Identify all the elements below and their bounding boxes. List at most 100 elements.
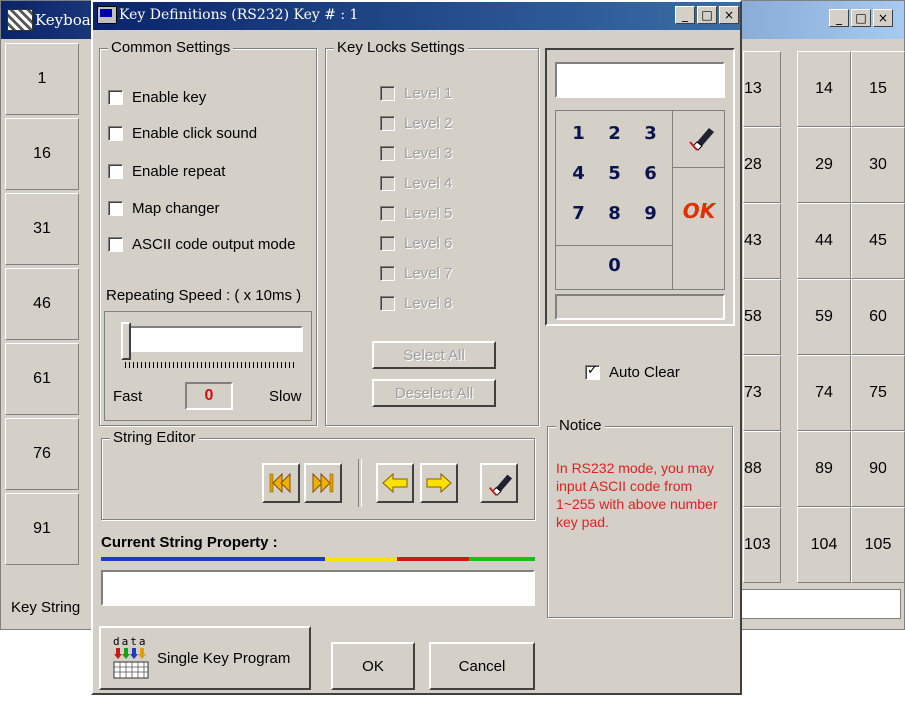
- enable-repeat-option[interactable]: Enable repeat: [108, 163, 225, 180]
- auto-clear-option[interactable]: Auto Clear: [585, 363, 680, 381]
- keyboard-key[interactable]: 60: [851, 279, 905, 355]
- keypad-digit-9[interactable]: 9: [638, 197, 663, 229]
- key-lock-level-option[interactable]: Level 4: [380, 175, 452, 192]
- keyboard-key[interactable]: 45: [851, 203, 905, 279]
- keyboard-key[interactable]: 15: [851, 51, 905, 127]
- keypad-digit-0[interactable]: 0: [602, 249, 627, 281]
- keyboard-close-button[interactable]: ×: [873, 9, 893, 27]
- keyboard-key[interactable]: 75: [851, 355, 905, 431]
- keyboard-key[interactable]: 28: [743, 127, 781, 203]
- keyboard-key[interactable]: 90: [851, 431, 905, 507]
- enable-click-sound-checkbox[interactable]: [108, 126, 123, 141]
- key-lock-level-option[interactable]: Level 3: [380, 145, 452, 162]
- dialog-minimize-button[interactable]: _: [675, 6, 695, 24]
- single-key-program-label: Single Key Program: [157, 649, 291, 667]
- keyboard-key[interactable]: 61: [5, 343, 79, 415]
- left-arrow-button[interactable]: [376, 463, 414, 503]
- keypad-display[interactable]: [555, 62, 725, 98]
- key-lock-level-option[interactable]: Level 5: [380, 205, 452, 222]
- map-changer-option[interactable]: Map changer: [108, 200, 220, 217]
- key-lock-level-checkbox[interactable]: [380, 86, 395, 101]
- enable-key-checkbox[interactable]: [108, 90, 123, 105]
- ascii-output-label: ASCII code output mode: [132, 236, 296, 253]
- keyboard-maximize-button[interactable]: □: [851, 9, 871, 27]
- common-settings-legend: Common Settings: [108, 39, 234, 56]
- key-lock-level-option[interactable]: Level 8: [380, 295, 452, 312]
- last-button[interactable]: [304, 463, 342, 503]
- key-lock-level-option[interactable]: Level 6: [380, 235, 452, 252]
- enable-click-sound-option[interactable]: Enable click sound: [108, 125, 257, 142]
- keypad-digit-8[interactable]: 8: [602, 197, 627, 229]
- keypad-divider-v: [672, 111, 673, 289]
- keyboard-key[interactable]: 44: [797, 203, 851, 279]
- keyboard-key[interactable]: 30: [851, 127, 905, 203]
- enable-key-option[interactable]: Enable key: [108, 89, 206, 106]
- key-string-field[interactable]: [741, 589, 901, 619]
- ok-button[interactable]: OK: [331, 642, 415, 690]
- key-lock-level-option[interactable]: Level 1: [380, 85, 452, 102]
- key-lock-level-option[interactable]: Level 7: [380, 265, 452, 282]
- first-button[interactable]: [262, 463, 300, 503]
- keyboard-key[interactable]: 46: [5, 268, 79, 340]
- keyboard-key[interactable]: 74: [797, 355, 851, 431]
- speed-slider-thumb[interactable]: [121, 322, 131, 360]
- keyboard-key[interactable]: 29: [797, 127, 851, 203]
- keypad-digit-6[interactable]: 6: [638, 157, 663, 189]
- color-bar-yellow: [325, 557, 397, 561]
- keyboard-key[interactable]: 105: [851, 507, 905, 583]
- enable-click-sound-label: Enable click sound: [132, 125, 258, 142]
- keyboard-key[interactable]: 59: [797, 279, 851, 355]
- right-arrow-button[interactable]: [420, 463, 458, 503]
- keyboard-key[interactable]: 58: [743, 279, 781, 355]
- keyboard-key[interactable]: 103: [743, 507, 781, 583]
- single-key-program-button[interactable]: data Single Key Program: [99, 626, 311, 690]
- speed-slider-ticks: [125, 362, 297, 368]
- key-lock-level-option[interactable]: Level 2: [380, 115, 452, 132]
- keyboard-key[interactable]: 76: [5, 418, 79, 490]
- select-all-button[interactable]: Select All: [372, 341, 496, 369]
- keyboard-key[interactable]: 16: [5, 118, 79, 190]
- notice-text: In RS232 mode, you may input ASCII code …: [556, 460, 718, 530]
- key-lock-level-checkbox[interactable]: [380, 236, 395, 251]
- keyboard-key[interactable]: 73: [743, 355, 781, 431]
- keypad-grid: 123 456 7890 OK: [555, 110, 725, 290]
- key-lock-level-label: Level 2: [404, 115, 453, 132]
- keyboard-key[interactable]: 43: [743, 203, 781, 279]
- auto-clear-checkbox[interactable]: [585, 363, 600, 380]
- keypad-ok-button[interactable]: OK: [674, 181, 724, 241]
- key-lock-level-checkbox[interactable]: [380, 116, 395, 131]
- keyboard-key[interactable]: 31: [5, 193, 79, 265]
- keyboard-key[interactable]: 14: [797, 51, 851, 127]
- keypad-digit-7[interactable]: 7: [566, 197, 591, 229]
- deselect-all-button[interactable]: Deselect All: [372, 379, 496, 407]
- keyboard-key[interactable]: 13: [743, 51, 781, 127]
- key-lock-level-checkbox[interactable]: [380, 146, 395, 161]
- key-lock-level-checkbox[interactable]: [380, 206, 395, 221]
- ascii-output-option[interactable]: ASCII code output mode: [108, 236, 295, 253]
- map-changer-checkbox[interactable]: [108, 201, 123, 216]
- keyboard-key[interactable]: 91: [5, 493, 79, 565]
- ascii-output-checkbox[interactable]: [108, 237, 123, 252]
- keyboard-key[interactable]: 104: [797, 507, 851, 583]
- dialog-maximize-button[interactable]: □: [697, 6, 717, 24]
- enable-repeat-checkbox[interactable]: [108, 164, 123, 179]
- dialog-close-button[interactable]: ×: [719, 6, 739, 24]
- keypad-digit-1[interactable]: 1: [566, 117, 591, 149]
- string-editor-legend: String Editor: [110, 429, 199, 446]
- key-lock-level-checkbox[interactable]: [380, 176, 395, 191]
- keypad-digit-2[interactable]: 2: [602, 117, 627, 149]
- keyboard-key[interactable]: 88: [743, 431, 781, 507]
- key-lock-level-checkbox[interactable]: [380, 266, 395, 281]
- keyboard-key[interactable]: 89: [797, 431, 851, 507]
- key-lock-level-checkbox[interactable]: [380, 296, 395, 311]
- keypad-digit-4[interactable]: 4: [566, 157, 591, 189]
- keyboard-key[interactable]: 1: [5, 43, 79, 115]
- current-string-input[interactable]: [101, 570, 535, 606]
- keypad-digit-5[interactable]: 5: [602, 157, 627, 189]
- keypad-digit-3[interactable]: 3: [638, 117, 663, 149]
- cancel-button[interactable]: Cancel: [429, 642, 535, 690]
- keypad-eraser-button[interactable]: [680, 117, 720, 157]
- string-eraser-button[interactable]: [480, 463, 518, 503]
- keyboard-minimize-button[interactable]: _: [829, 9, 849, 27]
- keypad-panel: 123 456 7890 OK: [545, 48, 735, 326]
